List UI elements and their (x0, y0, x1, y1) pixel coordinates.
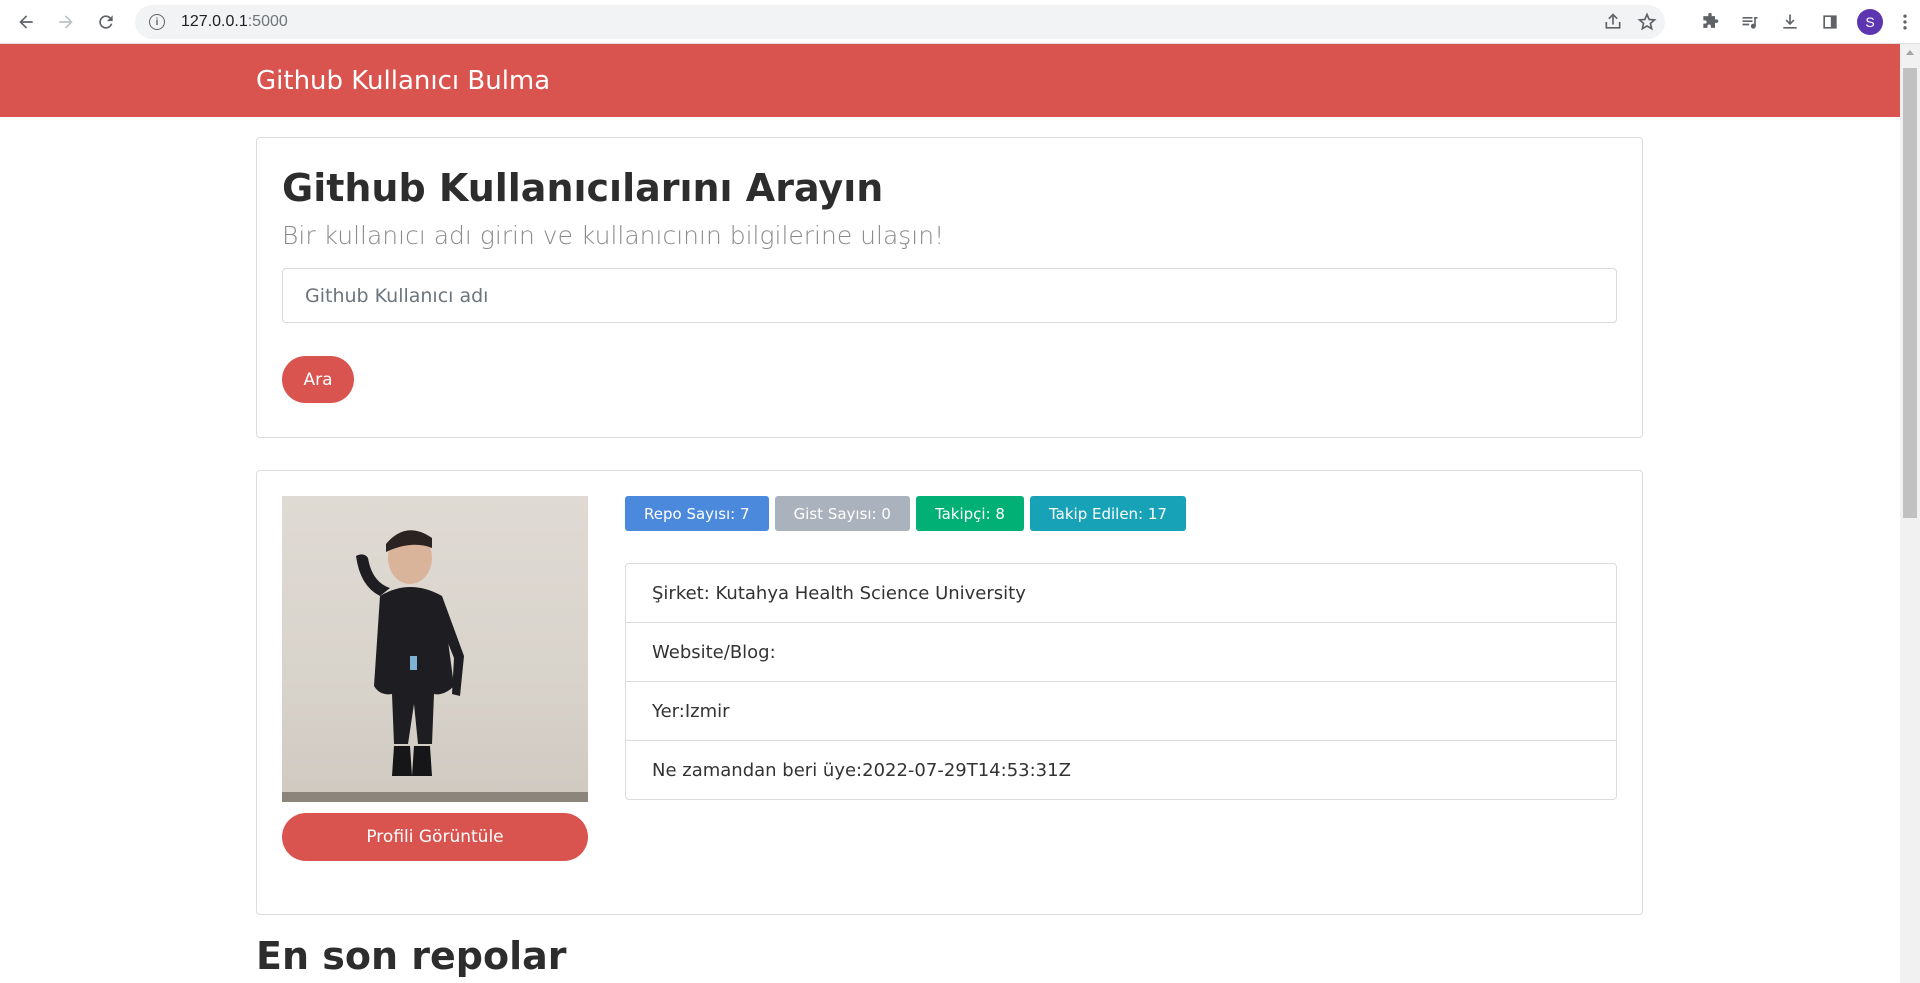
search-button[interactable]: Ara (282, 356, 354, 403)
reload-button[interactable] (86, 2, 126, 42)
playlist-icon (1742, 17, 1758, 29)
page-viewport: Github Kullanıcı Bulma Github Kullanıcıl… (0, 44, 1900, 983)
company-item: Şirket: Kutahya Health Science Universit… (626, 564, 1616, 623)
website-item: Website/Blog: (626, 623, 1616, 682)
search-title: Github Kullanıcılarını Arayın (282, 166, 884, 210)
scrollbar-thumb[interactable] (1903, 68, 1917, 518)
url-text: 127.0.0.1:5000 (181, 13, 288, 31)
site-info-icon[interactable]: i (149, 14, 165, 30)
puzzle-icon (1703, 12, 1719, 28)
downloads-button[interactable] (1770, 2, 1810, 42)
following-badge: Takip Edilen: 17 (1029, 496, 1186, 531)
media-button[interactable] (1730, 2, 1770, 42)
back-button[interactable] (6, 2, 46, 42)
forward-button[interactable] (46, 2, 86, 42)
member-since-item: Ne zamandan beri üye:2022-07-29T14:53:31… (652, 759, 1071, 781)
menu-button[interactable] (1890, 2, 1920, 42)
arrow-right-icon (59, 14, 73, 29)
profile-avatar[interactable]: S (1857, 9, 1883, 35)
scroll-up-arrow-icon[interactable] (1906, 50, 1914, 55)
photo-floor (282, 792, 588, 802)
download-icon (1783, 14, 1797, 29)
search-lead: Bir kullanıcı adı girin ve kullanıcının … (282, 221, 945, 250)
site-navbar: Github Kullanıcı Bulma (0, 44, 1900, 117)
profile-details-list: Şirket: Kutahya Health Science Universit… (625, 563, 1617, 800)
location-item: Yer:Izmir (626, 682, 1616, 741)
followers-badge: Takipçi: 8 (915, 496, 1024, 531)
page-scrollbar[interactable] (1900, 44, 1920, 983)
url-host: 127.0.0.1 (181, 13, 248, 30)
arrow-left-icon (19, 14, 33, 29)
url-port: :5000 (247, 13, 288, 30)
star-bookmark-icon[interactable] (1637, 12, 1657, 32)
share-icon[interactable] (1603, 12, 1623, 32)
navbar-brand[interactable]: Github Kullanıcı Bulma (256, 66, 550, 96)
search-card: Github Kullanıcılarını Arayın Bir kullan… (256, 137, 1643, 438)
repo-count-badge: Repo Sayısı: 7 (625, 496, 769, 531)
view-profile-button[interactable]: Profili Görüntüle (282, 813, 588, 861)
username-search-input[interactable] (282, 268, 1617, 323)
browser-toolbar: i 127.0.0.1:5000 S (0, 0, 1920, 44)
avatar-photo (282, 496, 588, 802)
profile-card: Profili Görüntüle Repo Sayısı: 7 Gist Sa… (256, 470, 1643, 915)
latest-repos-title: En son repolar (256, 934, 567, 978)
side-panel-icon (1823, 15, 1837, 29)
address-bar[interactable]: i 127.0.0.1:5000 (135, 5, 1665, 39)
stats-badges: Repo Sayısı: 7 Gist Sayısı: 0 Takipçi: 8… (625, 496, 1186, 531)
side-panel-button[interactable] (1810, 2, 1850, 42)
extensions-button[interactable] (1690, 2, 1730, 42)
reload-icon (99, 14, 113, 29)
kebab-menu-icon (1903, 14, 1907, 30)
gist-count-badge: Gist Sayısı: 0 (774, 496, 910, 531)
person-photo-image (356, 530, 464, 776)
